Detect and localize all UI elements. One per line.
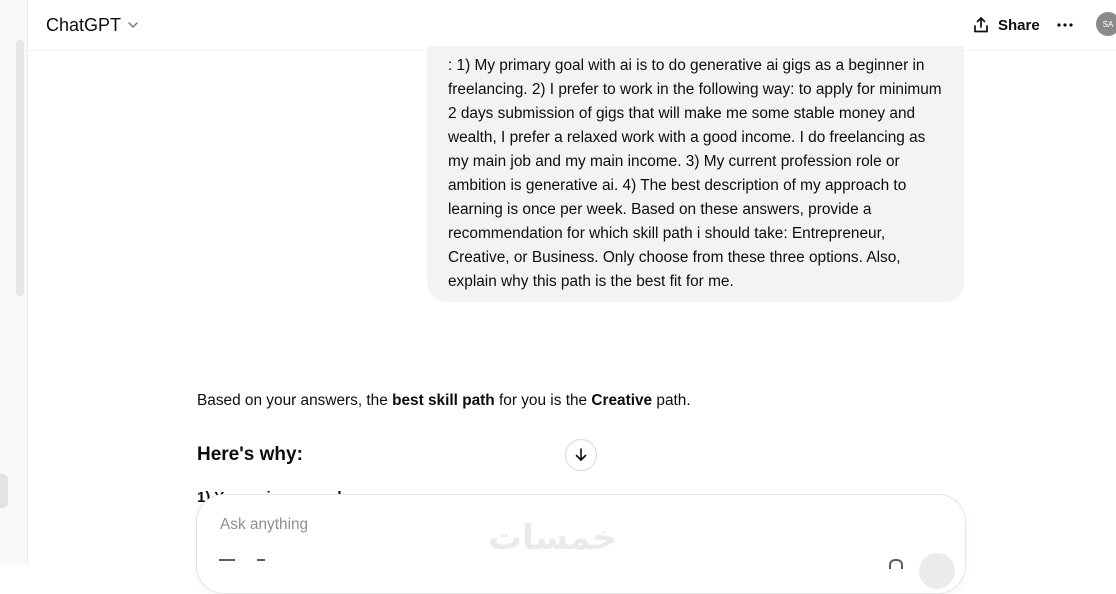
voice-send-button[interactable]: [919, 553, 955, 589]
share-upload-icon: [974, 17, 988, 33]
microphone-icon[interactable]: [889, 559, 903, 569]
ellipsis-icon: [1057, 23, 1073, 27]
attach-tool-icon[interactable]: [219, 559, 235, 571]
share-button[interactable]: Share: [972, 12, 1040, 38]
assistant-intro: Based on your answers, the best skill pa…: [197, 389, 967, 413]
arrow-down-icon: [575, 448, 587, 461]
more-options-button[interactable]: [1054, 12, 1076, 38]
sidebar-scrollbar[interactable]: [16, 40, 24, 296]
assistant-intro-middle: for you is the: [494, 392, 592, 409]
user-message-text: : 1) My primary goal with ai is to do ge…: [448, 57, 942, 290]
top-header: ChatGPT Share SA: [28, 0, 1116, 51]
tools-icon[interactable]: [257, 559, 265, 569]
avatar-initials: SA: [1102, 19, 1114, 29]
assistant-intro-prefix: Based on your answers, the: [197, 392, 393, 409]
user-avatar[interactable]: SA: [1096, 12, 1116, 36]
watermark-logo: خمسات: [488, 518, 617, 558]
assistant-intro-suffix: path.: [652, 392, 691, 409]
assistant-intro-bold-path: Creative: [591, 392, 653, 409]
chevron-down-icon: [128, 22, 138, 28]
scroll-to-bottom-button[interactable]: [565, 439, 597, 471]
assistant-intro-bold-skill: best skill path: [392, 392, 495, 409]
model-name: ChatGPT: [46, 14, 122, 35]
user-message-bubble: : 1) My primary goal with ai is to do ge…: [427, 46, 964, 302]
sidebar-collapsed: [0, 0, 28, 565]
assistant-section-heading: Here's why:: [197, 444, 303, 465]
share-label: Share: [998, 16, 1040, 34]
model-switcher-button[interactable]: ChatGPT: [46, 13, 139, 37]
sidebar-toggle-handle[interactable]: [0, 474, 8, 508]
